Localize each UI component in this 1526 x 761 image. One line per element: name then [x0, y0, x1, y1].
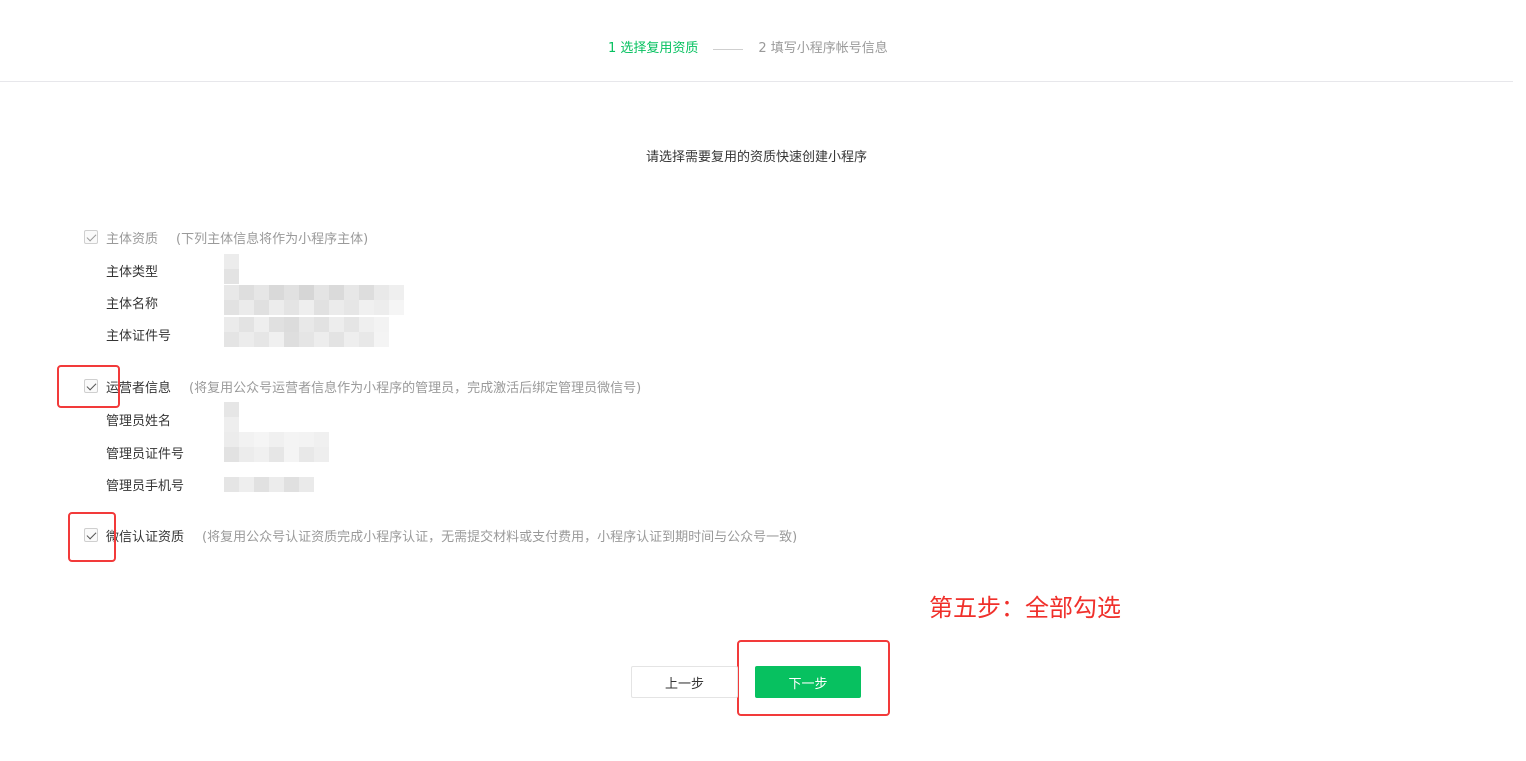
step-divider	[713, 48, 744, 50]
step-indicator: 1 选择复用资质 2 填写小程序帐号信息	[608, 41, 888, 57]
field-admin-id: 管理员证件号	[106, 447, 185, 462]
operator-section: 运营者信息 (将复用公众号运营者信息作为小程序的管理员，完成激活后绑定管理员微信…	[84, 377, 642, 494]
field-entity-id: 主体证件号	[106, 329, 172, 344]
field-entity-type: 主体类型	[106, 265, 159, 280]
entity-label: 主体资质	[106, 231, 159, 247]
operator-checkbox-row: 运营者信息 (将复用公众号运营者信息作为小程序的管理员，完成激活后绑定管理员微信…	[84, 377, 642, 396]
wechat-checkbox-row: 微信认证资质 (将复用公众号认证资质完成小程序认证，无需提交材料或支付费用，小程…	[84, 526, 798, 545]
operator-note: (将复用公众号运营者信息作为小程序的管理员，完成激活后绑定管理员微信号)	[189, 380, 642, 396]
step-1-current: 1 选择复用资质	[608, 41, 699, 56]
wechat-section: 微信认证资质 (将复用公众号认证资质完成小程序认证，无需提交材料或支付费用，小程…	[84, 526, 798, 545]
field-entity-name: 主体名称	[106, 297, 159, 312]
steps-header: 1 选择复用资质 2 填写小程序帐号信息	[0, 0, 1513, 82]
entity-note: (下列主体信息将作为小程序主体)	[176, 231, 369, 247]
wechat-label: 微信认证资质	[106, 529, 185, 545]
next-button[interactable]: 下一步	[755, 666, 861, 698]
entity-checkbox-row: 主体资质 (下列主体信息将作为小程序主体)	[84, 228, 369, 247]
wechat-note: (将复用公众号认证资质完成小程序认证，无需提交材料或支付费用，小程序认证到期时间…	[202, 529, 798, 545]
highlight-wechat-checkbox	[68, 512, 116, 562]
annotation-step5: 第五步：全部勾选	[929, 594, 1121, 622]
entity-section: 主体资质 (下列主体信息将作为小程序主体) 主体类型 主体名称 主体证件号	[84, 228, 404, 347]
field-admin-phone: 管理员手机号	[106, 479, 185, 494]
entity-checkbox[interactable]	[84, 230, 98, 244]
step-2: 2 填写小程序帐号信息	[758, 41, 888, 56]
field-admin-name: 管理员姓名	[106, 414, 172, 429]
page-subtitle: 请选择需要复用的资质快速创建小程序	[645, 150, 867, 165]
highlight-operator-checkbox	[57, 365, 120, 408]
prev-button[interactable]: 上一步	[631, 666, 738, 698]
